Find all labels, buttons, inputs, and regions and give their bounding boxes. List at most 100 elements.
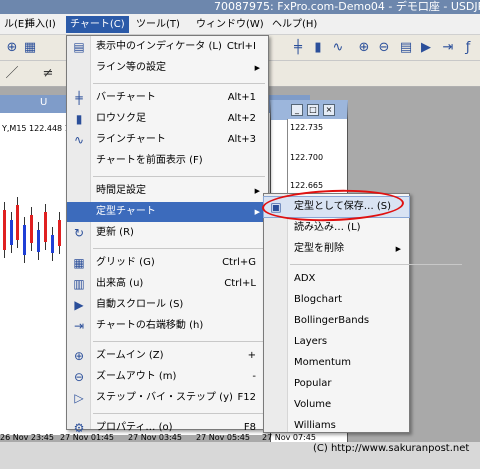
menu-item[interactable]: ↻ 更新 (R) xyxy=(67,223,268,243)
menu-item[interactable]: BollingerBands xyxy=(264,311,409,331)
menubar-item[interactable]: チャート(C) xyxy=(66,16,129,33)
menu-item[interactable]: ライン等の設定 ▶ xyxy=(67,58,268,78)
candle-body xyxy=(37,230,40,252)
chart-symbol-info: Y,M15 122.448 1 xyxy=(2,124,70,133)
menu-item[interactable]: ▦ グリッド (G) Ctrl+G xyxy=(67,253,268,273)
submenu-arrow-icon: ▶ xyxy=(254,208,260,216)
menu-item-label: チャートの右端移動 (h) xyxy=(96,320,204,331)
menubar-item[interactable]: ツール(T) xyxy=(132,16,184,33)
new-order-icon[interactable]: ▦ xyxy=(22,40,38,56)
menu-item-label: ズームイン (Z) xyxy=(96,350,164,361)
menu-item-label: グリッド (G) xyxy=(96,257,155,268)
menu-item-label: Layers xyxy=(294,336,328,347)
menu-item-label: 表示中のインディケータ (L) xyxy=(96,41,222,52)
menu-item-label: チャートを前面表示 (F) xyxy=(96,155,203,166)
menu-item[interactable]: ADX xyxy=(264,269,409,289)
menu-item[interactable]: 時間足設定 ▶ xyxy=(67,181,268,201)
bar-chart-icon: ╪ xyxy=(75,91,83,105)
menu-item[interactable]: 定型チャート ▶ xyxy=(67,202,268,222)
candlestick-icon[interactable]: ▮ xyxy=(310,40,326,56)
menu-item[interactable]: ∿ ラインチャート Alt+3 xyxy=(67,130,268,150)
candlestick-icon: ▮ xyxy=(75,112,83,126)
indicator-list-icon: ▤ xyxy=(73,40,85,54)
menu-separator xyxy=(93,413,265,414)
submenu-arrow-icon: ▶ xyxy=(254,187,260,195)
menu-item-label: ライン等の設定 xyxy=(96,62,166,73)
menu-item-label: 出来高 (u) xyxy=(96,278,144,289)
menu-item[interactable]: Williams xyxy=(264,416,409,436)
menu-item-label: ステップ・バイ・ステップ (y) xyxy=(96,392,233,403)
refresh-icon: ↻ xyxy=(73,226,85,240)
minimize-icon[interactable]: _ xyxy=(291,104,303,116)
candle-body xyxy=(10,220,13,245)
menubar-item[interactable]: 挿入(I) xyxy=(21,16,60,33)
menu-item[interactable]: Volume xyxy=(264,395,409,415)
cursor-icon[interactable]: ／ xyxy=(4,66,20,82)
menu-item[interactable]: Blogchart xyxy=(264,290,409,310)
candle-body xyxy=(58,220,61,246)
candle-body xyxy=(3,210,6,250)
menu-item[interactable]: ▣ 定型として保存… (S) xyxy=(263,196,410,218)
menu-item-shortcut: Ctrl+I xyxy=(226,41,256,52)
line-chart-icon[interactable]: ∿ xyxy=(330,40,346,56)
menu-item-label: Momentum xyxy=(294,357,351,368)
menu-item-shortcut: Alt+2 xyxy=(227,113,256,124)
menu-item[interactable]: ▤ 表示中のインディケータ (L) Ctrl+I xyxy=(67,37,268,57)
menu-item-shortcut: Ctrl+G xyxy=(222,257,256,268)
menu-item[interactable]: チャートを前面表示 (F) xyxy=(67,151,268,171)
menu-bar: ル(E) 挿入(I) チャート(C) ツール(T) ウィンドウ(W) ヘルプ(H) xyxy=(0,14,480,35)
bar-chart-icon[interactable]: ╪ xyxy=(290,40,306,56)
menu-item-shortcut: Alt+3 xyxy=(227,134,256,145)
crosshair-icon[interactable]: ⊕ xyxy=(4,40,20,56)
window-title-bar: 70087975: FxPro.com-Demo04 - デモ口座 - USDJ… xyxy=(0,0,480,14)
auto-scroll-icon[interactable]: ▶ xyxy=(418,40,434,56)
auto-scroll-icon: ▶ xyxy=(74,298,84,312)
time-axis-label: 26 Nov 23:45 xyxy=(0,433,54,442)
indicators-icon[interactable]: ƒ xyxy=(460,40,476,56)
menu-item-label: ズームアウト (m) xyxy=(96,371,177,382)
menu-item-label: Williams xyxy=(294,420,336,431)
line-tool-icon[interactable]: ≠ xyxy=(40,66,56,82)
menu-item[interactable]: ⊖ ズームアウト (m) - xyxy=(67,367,268,387)
menubar-item[interactable]: ウィンドウ(W) xyxy=(192,16,268,33)
menu-item-label: バーチャート xyxy=(96,92,156,103)
zoom-out-icon[interactable]: ⊖ xyxy=(376,40,392,56)
menu-item-label: 定型として保存… (S) xyxy=(294,201,392,212)
menu-item-shortcut: Alt+1 xyxy=(227,92,256,103)
close-icon[interactable]: × xyxy=(323,104,335,116)
menu-item-label: ロウソク足 xyxy=(96,113,146,124)
credit-text: (C) http://www.sakuranpost.net xyxy=(313,443,470,454)
zoom-in-icon[interactable]: ⊕ xyxy=(356,40,372,56)
menu-item-shortcut: + xyxy=(247,350,256,361)
menu-item[interactable]: 定型を削除 ▶ xyxy=(264,239,409,259)
menu-item[interactable]: ⊕ ズームイン (Z) + xyxy=(67,346,268,366)
menu-item[interactable]: ▷ ステップ・バイ・ステップ (y) F12 xyxy=(67,388,268,408)
candle-body xyxy=(16,205,19,240)
menu-item[interactable]: ╪ バーチャート Alt+1 xyxy=(67,88,268,108)
menu-separator xyxy=(93,83,265,84)
menu-item[interactable]: ▥ 出来高 (u) Ctrl+L xyxy=(67,274,268,294)
menu-item[interactable]: Momentum xyxy=(264,353,409,373)
menu-item-label: ラインチャート xyxy=(96,134,166,145)
menu-item[interactable]: ▮ ロウソク足 Alt+2 xyxy=(67,109,268,129)
menu-item[interactable]: 読み込み… (L) xyxy=(264,218,409,238)
menu-separator xyxy=(93,341,265,342)
zoom-in-icon: ⊕ xyxy=(73,349,85,363)
menu-item[interactable]: ⚙ プロパティ… (o) F8 xyxy=(67,418,268,438)
submenu-arrow-icon: ▶ xyxy=(254,64,260,72)
price-label: 122.665 xyxy=(290,181,324,190)
menubar-item[interactable]: ヘルプ(H) xyxy=(268,16,321,33)
menu-item[interactable]: ⇥ チャートの右端移動 (h) xyxy=(67,316,268,336)
price-label: 122.700 xyxy=(290,153,324,162)
chart-shift-icon[interactable]: ⇥ xyxy=(440,40,456,56)
menu-item-label: 読み込み… (L) xyxy=(294,222,361,233)
menu-item[interactable]: Popular xyxy=(264,374,409,394)
chart-window-title: U xyxy=(40,97,48,108)
zoom-out-icon: ⊖ xyxy=(73,370,85,384)
candle-body xyxy=(44,212,47,242)
maximize-icon[interactable]: □ xyxy=(307,104,319,116)
menu-item[interactable]: Layers xyxy=(264,332,409,352)
menu-item[interactable]: ▶ 自動スクロール (S) xyxy=(67,295,268,315)
tile-windows-icon[interactable]: ▤ xyxy=(398,40,414,56)
grid-icon: ▦ xyxy=(73,256,85,270)
